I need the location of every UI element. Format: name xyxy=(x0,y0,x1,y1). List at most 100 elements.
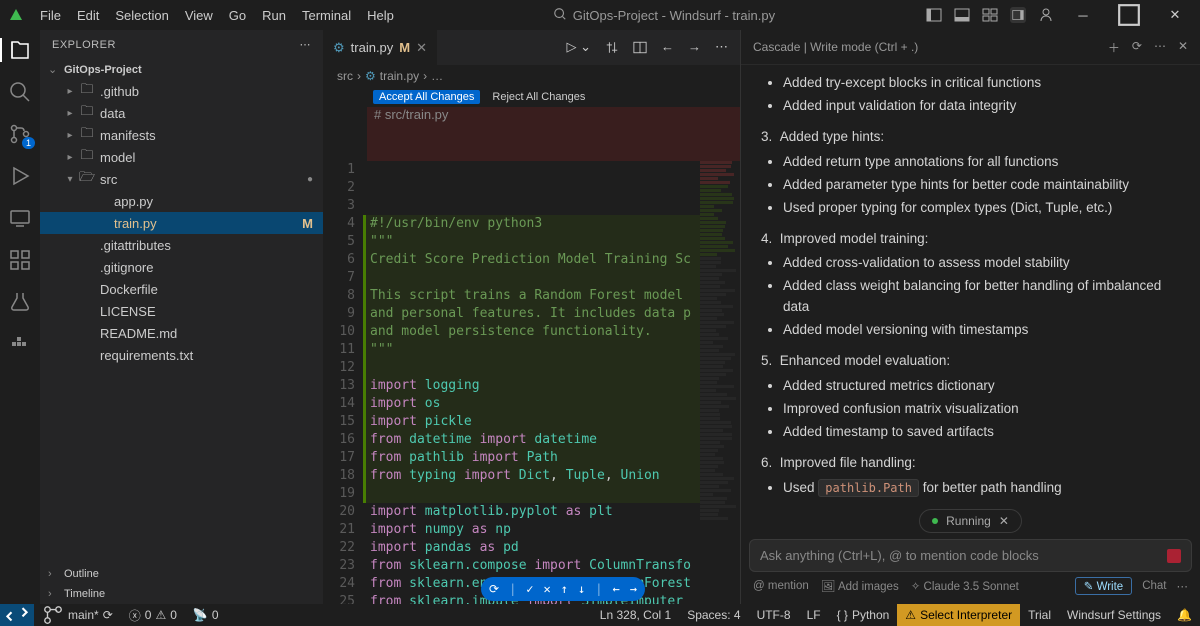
explorer-icon[interactable] xyxy=(8,38,32,62)
layout-left-icon[interactable] xyxy=(926,7,942,23)
split-icon[interactable] xyxy=(633,39,647,56)
code-editor[interactable]: ⟳ | ✓ ✕ ↑ ↓ | ← → #!/usr/bin/env python3… xyxy=(363,161,700,604)
next-icon[interactable]: → xyxy=(630,580,637,598)
menu-go[interactable]: Go xyxy=(221,4,254,27)
close-button[interactable]: ✕ xyxy=(1158,3,1192,27)
activity-bar: 1 xyxy=(0,30,40,604)
tree-item-data[interactable]: ▸🗀data xyxy=(40,102,323,124)
bell-icon[interactable]: 🔔 xyxy=(1169,604,1200,626)
accept-changes-button[interactable]: Accept All Changes xyxy=(373,90,480,104)
search-activity-icon[interactable] xyxy=(8,80,32,104)
new-chat-icon[interactable]: ＋ xyxy=(1108,39,1120,56)
project-header[interactable]: ⌄GitOps-Project xyxy=(40,59,323,80)
inline-toolbar: ⟳ | ✓ ✕ ↑ ↓ | ← → xyxy=(481,577,645,601)
sidebar-title: Explorer xyxy=(52,39,116,51)
tree-item--gitignore[interactable]: .gitignore xyxy=(40,256,323,278)
menu-file[interactable]: File xyxy=(32,4,69,27)
settings-button[interactable]: Windsurf Settings xyxy=(1059,604,1169,626)
layout-grid-icon[interactable] xyxy=(982,7,998,23)
trial-button[interactable]: Trial xyxy=(1020,604,1059,626)
menu-help[interactable]: Help xyxy=(359,4,402,27)
tree-item--github[interactable]: ▸🗀.github xyxy=(40,80,323,102)
editor-more-icon[interactable]: ⋯ xyxy=(715,39,728,56)
interpreter-button[interactable]: ⚠ Select Interpreter xyxy=(897,604,1020,626)
branch-button[interactable]: main* ⟳ xyxy=(34,604,121,626)
deleted-line: # src/train.py xyxy=(367,107,740,125)
minimap[interactable] xyxy=(700,161,740,604)
tree-item-src[interactable]: ▾🗁src● xyxy=(40,168,323,190)
model-selector[interactable]: ✧ Claude 3.5 Sonnet xyxy=(911,579,1019,593)
errors-button[interactable]: ⓧ 0 ⚠ 0 xyxy=(121,604,185,626)
mention-button[interactable]: @ mention xyxy=(753,580,809,592)
breadcrumb[interactable]: src › ⚙ train.py › … xyxy=(323,65,740,87)
menu-run[interactable]: Run xyxy=(254,4,294,27)
tree-item-model[interactable]: ▸🗀model xyxy=(40,146,323,168)
menu-selection[interactable]: Selection xyxy=(107,4,176,27)
timeline-section[interactable]: ›Timeline xyxy=(40,584,323,604)
chat-mode-button[interactable]: Chat xyxy=(1142,580,1166,592)
python-icon: ⚙ xyxy=(333,40,345,56)
language-button[interactable]: { } Python xyxy=(829,604,898,626)
menu-edit[interactable]: Edit xyxy=(69,4,107,27)
prev-icon[interactable]: ← xyxy=(612,580,619,598)
layout-bottom-icon[interactable] xyxy=(954,7,970,23)
gutter: 1234567891011121314151617181920212223242… xyxy=(323,161,363,604)
extensions-icon[interactable] xyxy=(8,248,32,272)
outline-section[interactable]: ›Outline xyxy=(40,564,323,584)
cascade-body: Added try-except blocks in critical func… xyxy=(741,65,1200,503)
history-icon[interactable]: ⟳ xyxy=(1132,39,1142,56)
chat-footer-more-icon[interactable]: ⋯ xyxy=(1177,579,1189,593)
window-title[interactable]: GitOps-Project - Windsurf - train.py xyxy=(573,8,775,23)
tree-item-manifests[interactable]: ▸🗀manifests xyxy=(40,124,323,146)
eol-button[interactable]: LF xyxy=(799,604,829,626)
cascade-panel: Cascade | Write mode (Ctrl + .) ＋ ⟳ ⋯ ✕ … xyxy=(740,30,1200,604)
sync-icon[interactable]: ⟳ xyxy=(489,580,499,598)
check-icon[interactable]: ✓ xyxy=(526,580,533,598)
menu-terminal[interactable]: Terminal xyxy=(294,4,359,27)
tree-item-Dockerfile[interactable]: Dockerfile xyxy=(40,278,323,300)
cascade-close-icon[interactable]: ✕ xyxy=(1178,39,1188,56)
nav-back-icon[interactable]: ← xyxy=(661,39,674,56)
tab-train-py[interactable]: ⚙ train.py M ✕ xyxy=(323,30,438,65)
stop-running-icon[interactable]: ✕ xyxy=(999,514,1009,528)
search-icon[interactable] xyxy=(553,7,567,24)
reject-changes-button[interactable]: Reject All Changes xyxy=(486,90,591,104)
down-icon[interactable]: ↓ xyxy=(578,580,585,598)
minimize-button[interactable]: ─ xyxy=(1066,3,1100,27)
up-icon[interactable]: ↑ xyxy=(561,580,568,598)
tree-item-train-py[interactable]: train.pyM xyxy=(40,212,323,234)
sidebar-more-icon[interactable]: ⋯ xyxy=(300,38,312,51)
testing-icon[interactable] xyxy=(8,290,32,314)
docker-icon[interactable] xyxy=(8,332,32,356)
indent-button[interactable]: Spaces: 4 xyxy=(679,604,748,626)
menu-view[interactable]: View xyxy=(177,4,221,27)
x-icon[interactable]: ✕ xyxy=(544,580,551,598)
scm-icon[interactable]: 1 xyxy=(8,122,32,146)
sidebar: Explorer ⋯ ⌄GitOps-Project ▸🗀.github▸🗀da… xyxy=(40,30,323,604)
compare-icon[interactable] xyxy=(605,39,619,56)
maximize-button[interactable] xyxy=(1112,3,1146,27)
chat-input[interactable]: Ask anything (Ctrl+L), @ to mention code… xyxy=(749,539,1192,572)
encoding-button[interactable]: UTF-8 xyxy=(749,604,799,626)
tree-item-LICENSE[interactable]: LICENSE xyxy=(40,300,323,322)
cursor-position[interactable]: Ln 328, Col 1 xyxy=(592,604,679,626)
ports-button[interactable]: 📡 0 xyxy=(185,604,227,626)
tree-item-README-md[interactable]: README.md xyxy=(40,322,323,344)
stop-button[interactable] xyxy=(1167,549,1181,563)
nav-fwd-icon[interactable]: → xyxy=(688,39,701,56)
tree-item--gitattributes[interactable]: .gitattributes xyxy=(40,234,323,256)
layout-right-icon[interactable] xyxy=(1010,7,1026,23)
debug-icon[interactable] xyxy=(8,164,32,188)
running-pill: Running ✕ xyxy=(919,509,1022,533)
add-images-button[interactable]: 🖼 Add images xyxy=(821,579,899,593)
cascade-more-icon[interactable]: ⋯ xyxy=(1154,39,1166,56)
close-icon[interactable]: ✕ xyxy=(416,40,427,56)
account-icon[interactable] xyxy=(1038,7,1054,23)
remote-button[interactable] xyxy=(0,604,34,626)
remote-icon[interactable] xyxy=(8,206,32,230)
run-icon[interactable]: ▷ ⌄ xyxy=(566,39,591,56)
tree-item-app-py[interactable]: app.py xyxy=(40,190,323,212)
file-tree: ▸🗀.github▸🗀data▸🗀manifests▸🗀model▾🗁src●a… xyxy=(40,80,323,564)
write-mode-button[interactable]: ✎ Write xyxy=(1075,577,1132,595)
tree-item-requirements-txt[interactable]: requirements.txt xyxy=(40,344,323,366)
